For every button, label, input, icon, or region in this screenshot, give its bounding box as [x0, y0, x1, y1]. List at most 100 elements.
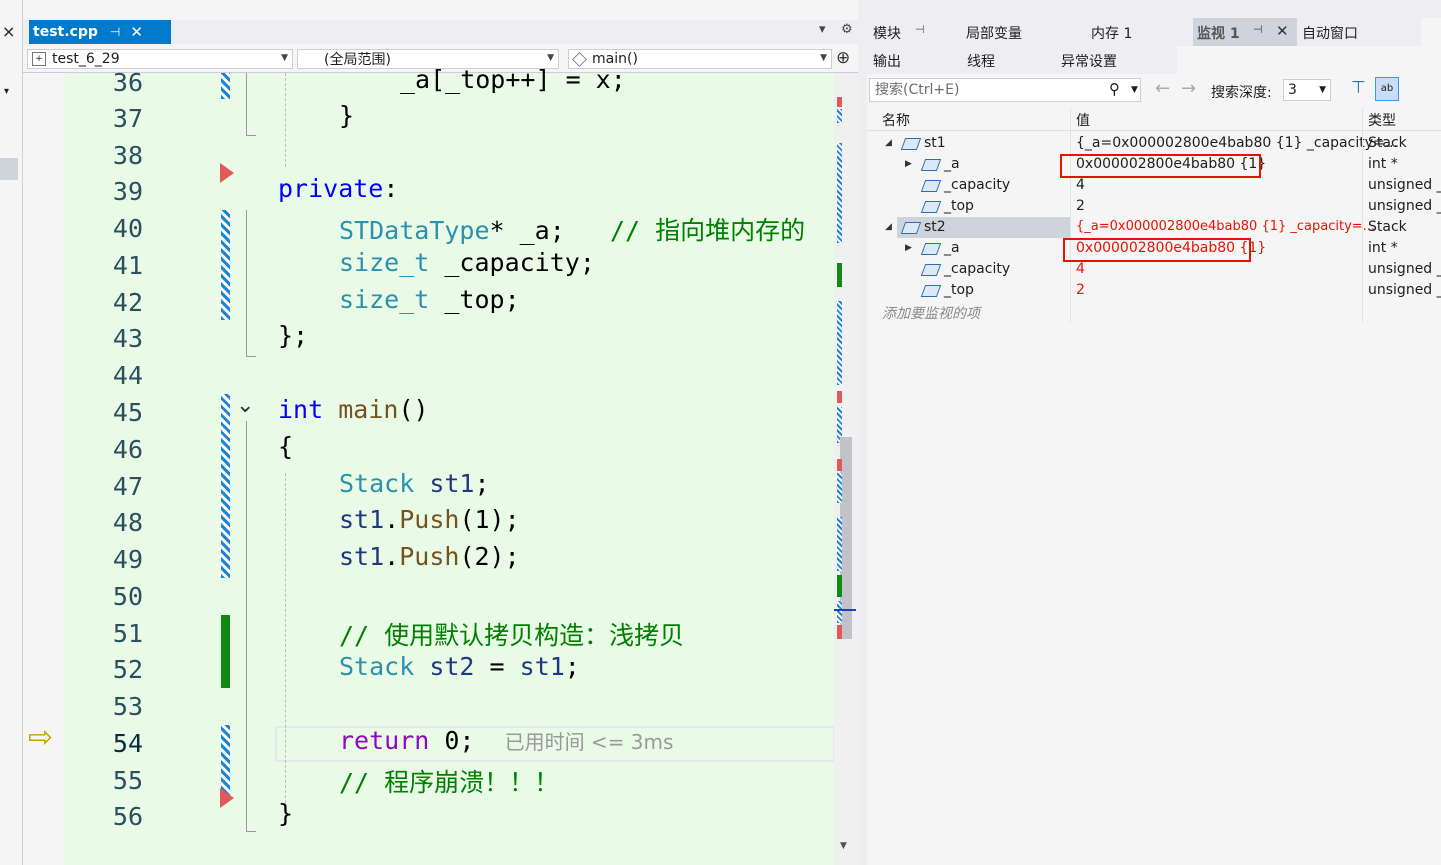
type-name: STDataType — [339, 216, 490, 245]
watch-name: st1 — [924, 135, 946, 151]
watch-row-st2-capacity[interactable]: _capacity 4 unsigned _ — [867, 259, 1441, 280]
close-icon[interactable]: × — [2, 22, 15, 41]
tab-watch1[interactable]: 监视 1 — [1197, 23, 1240, 43]
scroll-marker — [837, 109, 842, 123]
code-line-43: }; — [278, 321, 309, 350]
search-icon[interactable]: ⚲ — [1109, 80, 1120, 98]
split-view-icon[interactable]: ⊕ — [836, 48, 850, 68]
close-icon[interactable]: ✕ — [1276, 22, 1289, 40]
search-depth-value: 3 — [1288, 82, 1297, 98]
search-depth-label: 搜索深度: — [1211, 85, 1272, 101]
code-area[interactable]: ⇨ ⌄ 36 37 38 39 40 41 42 43 44 45 46 47 … — [23, 65, 858, 865]
watch-name: _capacity — [944, 261, 1011, 277]
watch-row-st1[interactable]: ◢ st1 {_a=0x000002800e4bab80 {1} _capaci… — [867, 133, 1441, 154]
search-input[interactable]: 搜索(Ctrl+E) — [869, 78, 1141, 102]
tab-modules[interactable]: 模块 — [873, 23, 901, 43]
column-separator — [1362, 108, 1363, 130]
search-depth-dropdown[interactable]: 3 ▼ — [1283, 79, 1331, 101]
expand-icon[interactable]: ▶ — [905, 243, 912, 253]
left-strip-selection — [0, 158, 18, 180]
code-text: * _a; — [489, 216, 610, 245]
tab-locals[interactable]: 局部变量 — [966, 23, 1022, 43]
close-icon[interactable]: ✕ — [130, 23, 143, 41]
collapse-icon[interactable]: ◢ — [885, 222, 892, 232]
chevron-down-icon[interactable]: ▾ — [4, 86, 9, 97]
line-number-current: 54 — [112, 729, 143, 758]
watch-add-item-row[interactable]: 添加要监视的项 — [867, 301, 1441, 322]
arrow-right-icon[interactable]: → — [1181, 78, 1196, 99]
code-line-39: private: — [278, 174, 398, 203]
breakpoint-marker[interactable] — [220, 163, 234, 183]
watch-row-st2-top[interactable]: _top 2 unsigned _ — [867, 280, 1441, 301]
code-line-37: } — [339, 101, 355, 130]
expand-icon[interactable]: ▶ — [905, 159, 912, 169]
tab-output[interactable]: 输出 — [873, 51, 901, 71]
watch-type: unsigned _ — [1368, 282, 1441, 298]
editor-tab-bar: test.cpp ⊣ ✕ ▾ ⚙ — [23, 20, 858, 44]
watch-value[interactable]: 4 — [1076, 177, 1085, 193]
pin-icon[interactable]: ⊣ — [110, 25, 120, 39]
chevron-down-icon[interactable]: ▼ — [1131, 85, 1138, 95]
indent-guide — [285, 73, 286, 167]
code-text: () — [398, 395, 429, 424]
tab-autos[interactable]: 自动窗口 — [1302, 23, 1358, 43]
line-number: 47 — [112, 472, 143, 501]
watch-row-st2[interactable]: ◢ st2 {_a=0x000002800e4bab80 {1} _capaci… — [867, 217, 1441, 238]
keyword: return — [339, 726, 430, 755]
watch-value[interactable]: 2 — [1076, 282, 1085, 298]
locked-field-icon — [920, 201, 942, 213]
line-number: 41 — [112, 251, 143, 280]
line-number: 53 — [112, 692, 143, 721]
watch-value[interactable]: {_a=0x000002800e4bab80 {1} _capacity=... — [1076, 219, 1375, 234]
column-separator — [1070, 108, 1071, 130]
line-number: 52 — [112, 655, 143, 684]
code-text: (1); — [459, 505, 520, 534]
collapse-icon[interactable]: ◢ — [885, 138, 892, 148]
operator: = — [474, 652, 520, 681]
class-object-icon — [900, 138, 922, 150]
add-watch-placeholder[interactable]: 添加要监视的项 — [882, 303, 980, 323]
tab-threads[interactable]: 线程 — [967, 51, 995, 71]
tab-list-dropdown-icon[interactable]: ▾ — [819, 22, 826, 37]
watch-type: Stack — [1368, 219, 1407, 235]
scroll-marker — [837, 97, 842, 107]
type-name: size_t — [339, 285, 430, 314]
function-name: Push — [399, 505, 460, 534]
comment: // 指向堆内存的 — [609, 216, 806, 245]
column-type[interactable]: 类型 — [1368, 110, 1396, 130]
fold-toggle-icon[interactable]: ⌄ — [236, 393, 254, 418]
project-dropdown[interactable]: + test_6_29 ▼ — [27, 49, 293, 69]
vertical-scrollbar[interactable]: ▼ — [834, 73, 858, 865]
watch-value[interactable]: 2 — [1076, 198, 1085, 214]
code-line-41: size_t _capacity; — [339, 248, 595, 277]
scroll-marker — [837, 625, 842, 639]
punctuation: : — [383, 174, 399, 203]
arrow-left-icon[interactable]: ← — [1155, 78, 1170, 99]
column-value[interactable]: 值 — [1076, 110, 1090, 130]
watch-row-st1-capacity[interactable]: _capacity 4 unsigned _ — [867, 175, 1441, 196]
pin-icon[interactable]: ⊣ — [1253, 23, 1263, 36]
breakpoint-marker[interactable] — [220, 788, 234, 808]
fold-bracket — [246, 210, 247, 356]
saved-change-marker — [221, 615, 230, 688]
watch-row-st1-top[interactable]: _top 2 unsigned _ — [867, 196, 1441, 217]
watch-value[interactable]: {_a=0x000002800e4bab80 {1} _capacity=... — [1076, 135, 1398, 151]
project-icon: + — [32, 52, 46, 66]
tab-test-cpp[interactable]: test.cpp ⊣ ✕ — [29, 20, 171, 44]
change-marker — [221, 210, 230, 320]
scroll-marker — [837, 473, 842, 503]
code-line-40: STDataType* _a; // 指向堆内存的 — [339, 211, 805, 247]
column-name[interactable]: 名称 — [882, 110, 910, 130]
hex-display-icon[interactable]: ab — [1375, 77, 1399, 101]
tab-exception-settings[interactable]: 异常设置 — [1061, 51, 1117, 71]
pin-icon[interactable]: ⊣ — [915, 23, 925, 36]
line-number: 45 — [112, 398, 143, 427]
watch-value[interactable]: 4 — [1076, 261, 1085, 277]
scroll-down-icon[interactable]: ▼ — [840, 841, 847, 851]
tab-memory1[interactable]: 内存 1 — [1091, 23, 1132, 43]
gear-icon[interactable]: ⚙ — [841, 22, 853, 37]
line-number: 38 — [112, 141, 143, 170]
perf-tip[interactable]: 已用时间 <= 3ms — [505, 730, 674, 754]
watch-type: unsigned _ — [1368, 177, 1441, 193]
pin-to-source-icon[interactable]: ⊤ — [1351, 78, 1366, 98]
